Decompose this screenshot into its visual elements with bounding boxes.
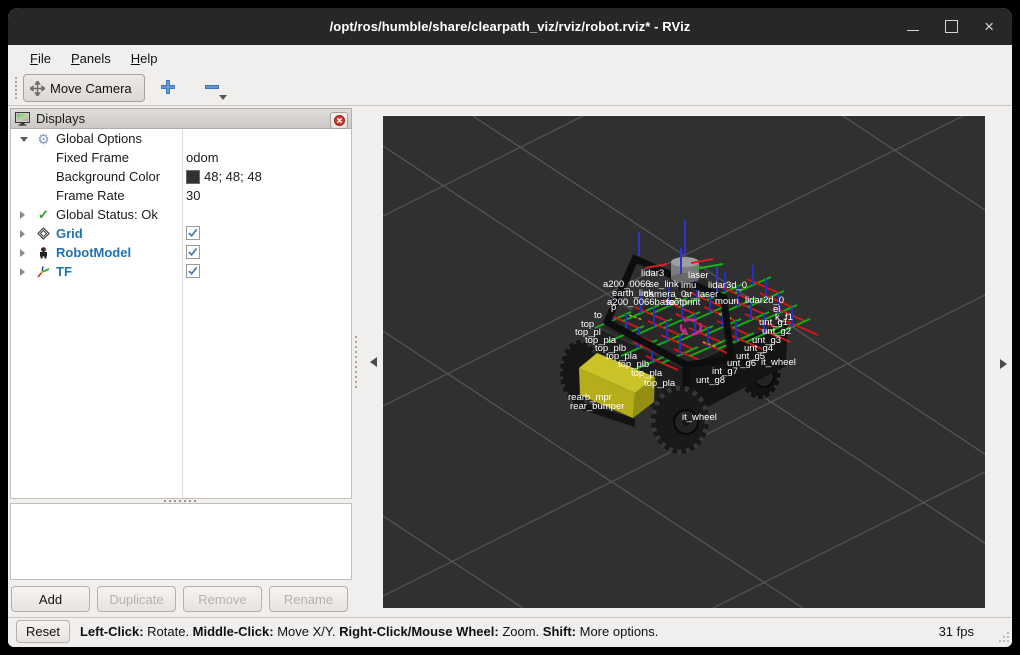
add-tool-button[interactable]: [155, 75, 181, 101]
property-label: TF: [56, 264, 72, 279]
title-bar[interactable]: /opt/ros/humble/share/clearpath_viz/rviz…: [8, 8, 1012, 45]
rename-button[interactable]: Rename: [269, 586, 348, 612]
displays-panel: Displays ⚙ Global Options Fixed Frame odom B…: [10, 108, 352, 612]
value-text: 30: [186, 188, 201, 203]
display-row-grid[interactable]: Grid: [11, 224, 351, 243]
fps-counter: 31 fps: [938, 624, 974, 639]
property-label: Frame Rate: [56, 188, 125, 203]
plus-icon: [160, 79, 175, 94]
minus-icon: [204, 84, 219, 89]
svg-text:moun: moun: [715, 296, 739, 307]
expander-closed-icon[interactable]: [20, 268, 25, 276]
display-row-frame-rate[interactable]: Frame Rate 30: [11, 186, 351, 205]
duplicate-button[interactable]: Duplicate: [97, 586, 176, 612]
collapse-left-arrow-icon[interactable]: [370, 357, 377, 367]
mouse-hints: Left-Click: Rotate. Middle-Click: Move X…: [79, 624, 659, 639]
rviz-window: /opt/ros/humble/share/clearpath_viz/rviz…: [8, 8, 1012, 647]
svg-text:a200_0066base: a200_0066base: [607, 297, 675, 308]
displays-panel-header[interactable]: Displays: [10, 108, 352, 129]
display-row-robotmodel[interactable]: RobotModel: [11, 243, 351, 262]
left-panel-splitter[interactable]: [352, 108, 383, 612]
value-text: 48; 48; 48: [204, 169, 262, 184]
remove-button[interactable]: Remove: [183, 586, 262, 612]
expander-open-icon[interactable]: [20, 137, 28, 142]
splitter-grip-icon: [355, 336, 357, 388]
robot-icon: [36, 245, 51, 260]
property-label: Background Color: [56, 169, 161, 184]
menu-panels[interactable]: Panels: [61, 48, 121, 69]
expander-closed-icon[interactable]: [20, 211, 25, 219]
displays-tree: ⚙ Global Options Fixed Frame odom Background…: [10, 129, 352, 499]
expander-closed-icon[interactable]: [20, 249, 25, 257]
display-row-global-status-ok[interactable]: ✓ Global Status: Ok: [11, 205, 351, 224]
remove-tool-button[interactable]: [199, 75, 227, 101]
close-icon[interactable]: ×: [984, 18, 994, 35]
svg-text:rear_bumper: rear_bumper: [570, 401, 624, 412]
property-label: Global Status: Ok: [56, 207, 158, 222]
panel-title: Displays: [36, 111, 86, 126]
svg-text:unt_g8: unt_g8: [696, 375, 725, 386]
render-viewport[interactable]: lidar3 laser a200_0066 se_link imu lidar3d_0 e…: [383, 115, 985, 608]
reset-button[interactable]: Reset: [16, 620, 70, 643]
menu-bar: File Panels Help: [8, 45, 1012, 72]
move-camera-label: Move Camera: [50, 80, 132, 96]
display-row-global-options[interactable]: ⚙ Global Options: [11, 129, 351, 148]
move-camera-tool-button[interactable]: Move Camera: [23, 74, 145, 102]
toolbar: Move Camera: [8, 71, 1012, 106]
display-row-fixed-frame[interactable]: Fixed Frame odom: [11, 148, 351, 167]
add-button[interactable]: Add: [11, 586, 90, 612]
enable-checkbox[interactable]: [186, 226, 200, 240]
svg-text:it_wheel: it_wheel: [761, 357, 796, 368]
resize-grip[interactable]: [998, 631, 1010, 643]
svg-text:to: to: [594, 310, 602, 321]
tf-icon: [36, 264, 51, 279]
display-row-tf[interactable]: TF: [11, 262, 351, 281]
panel-close-button[interactable]: [330, 112, 348, 129]
svg-text:it_wheel: it_wheel: [682, 412, 717, 423]
property-label: Global Options: [56, 131, 142, 146]
color-swatch: [186, 169, 200, 184]
grid-icon: [36, 226, 51, 241]
menu-help[interactable]: Help: [121, 48, 168, 69]
maximize-icon[interactable]: [945, 20, 959, 33]
property-label: Fixed Frame: [56, 150, 129, 165]
svg-text:p: p: [611, 302, 616, 313]
chevron-down-icon: [218, 95, 227, 100]
property-label: RobotModel: [56, 245, 132, 260]
property-value[interactable]: 48; 48; 48: [186, 169, 262, 184]
window-controls: ×: [907, 8, 994, 45]
toolbar-drag-handle[interactable]: [14, 77, 19, 99]
svg-text:footprint: footprint: [666, 297, 701, 308]
svg-text:top_pla: top_pla: [644, 378, 676, 389]
close-circle-icon: [333, 115, 345, 126]
collapse-right-arrow-icon[interactable]: [1000, 359, 1007, 369]
move-camera-icon: [30, 80, 45, 96]
status-bar: Reset Left-Click: Rotate. Middle-Click: …: [8, 617, 1012, 645]
expander-closed-icon[interactable]: [20, 230, 25, 238]
status-ok-icon: ✓: [38, 206, 49, 222]
display-buttons-row: Add Duplicate Remove Rename: [11, 586, 352, 612]
window-title: /opt/ros/humble/share/clearpath_viz/rviz…: [329, 19, 691, 34]
display-row-background-color[interactable]: Background Color 48; 48; 48: [11, 167, 351, 186]
right-panel-splitter[interactable]: [985, 108, 1012, 612]
minimize-icon[interactable]: [907, 30, 920, 31]
enable-checkbox[interactable]: [186, 245, 200, 259]
gear-icon: ⚙: [37, 130, 50, 147]
svg-text:lidar3: lidar3: [641, 268, 664, 279]
enable-checkbox[interactable]: [186, 264, 200, 278]
value-text: odom: [186, 150, 219, 165]
description-box: [10, 503, 352, 580]
monitor-icon: [15, 111, 30, 126]
property-value[interactable]: odom: [186, 150, 219, 165]
property-label: Grid: [56, 226, 83, 241]
menu-file[interactable]: File: [20, 48, 61, 69]
property-value[interactable]: 30: [186, 188, 200, 203]
